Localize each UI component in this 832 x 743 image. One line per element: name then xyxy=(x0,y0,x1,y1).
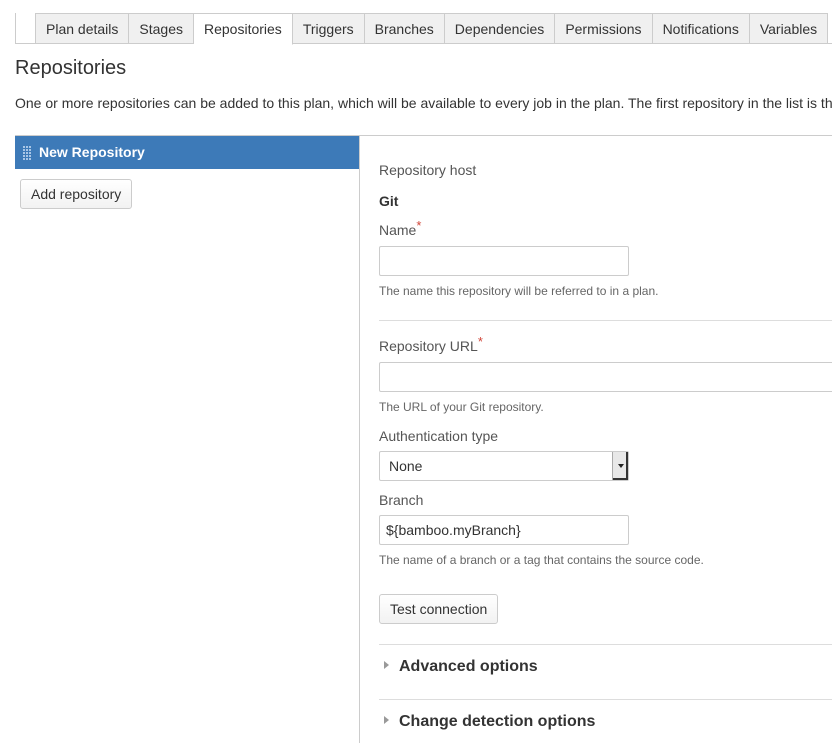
branch-help-text: The name of a branch or a tag that conta… xyxy=(379,553,704,567)
tab-stages[interactable]: Stages xyxy=(129,13,194,44)
repository-url-input[interactable] xyxy=(379,362,832,392)
tab-repositories[interactable]: Repositories xyxy=(193,13,293,45)
name-help-text: The name this repository will be referre… xyxy=(379,284,659,298)
chevron-down-icon[interactable] xyxy=(612,452,628,480)
drag-handle-icon[interactable] xyxy=(23,146,31,160)
repository-url-label-text: Repository URL xyxy=(379,338,478,354)
branch-input[interactable] xyxy=(379,515,629,545)
name-input[interactable] xyxy=(379,246,629,276)
tab-variables[interactable]: Variables xyxy=(749,13,829,44)
name-label: Name* xyxy=(379,218,421,238)
repository-host-label: Repository host xyxy=(379,162,477,178)
change-detection-options-label: Change detection options xyxy=(399,713,596,730)
page-title: Repositories xyxy=(15,57,127,79)
name-label-text: Name xyxy=(379,222,417,238)
authentication-type-value: None xyxy=(389,458,423,474)
required-marker: * xyxy=(416,218,422,233)
repository-list-item[interactable]: New Repository xyxy=(15,136,359,169)
tab-notifications[interactable]: Notifications xyxy=(652,13,750,44)
repository-list-panel: New Repository Add repository xyxy=(15,136,360,743)
branch-label: Branch xyxy=(379,492,424,508)
tab-bar: Plan details Stages Repositories Trigger… xyxy=(0,0,832,45)
tab-list: Plan details Stages Repositories Trigger… xyxy=(35,13,829,45)
page-description: One or more repositories can be added to… xyxy=(15,95,832,111)
tab-triggers[interactable]: Triggers xyxy=(292,13,365,44)
repository-url-label: Repository URL* xyxy=(379,334,483,354)
form-section-divider xyxy=(379,320,832,321)
repository-host-value: Git xyxy=(379,193,399,209)
tab-branches[interactable]: Branches xyxy=(364,13,445,44)
chevron-right-icon xyxy=(384,716,389,724)
form-section-divider xyxy=(379,699,832,700)
test-connection-button[interactable]: Test connection xyxy=(379,594,499,624)
required-marker: * xyxy=(477,334,483,349)
change-detection-options-toggle[interactable]: Change detection options xyxy=(379,713,595,731)
authentication-type-select[interactable]: None xyxy=(379,451,629,481)
tab-dependencies[interactable]: Dependencies xyxy=(444,13,556,44)
repository-form: Repository host Git Name* The name this … xyxy=(379,136,832,743)
chevron-right-icon xyxy=(384,661,389,669)
advanced-options-toggle[interactable]: Advanced options xyxy=(379,658,538,676)
repository-url-help-text: The URL of your Git repository. xyxy=(379,400,544,414)
repository-list-item-label: New Repository xyxy=(39,144,145,160)
authentication-type-label: Authentication type xyxy=(379,428,499,444)
tab-bar-edge xyxy=(15,13,16,44)
tab-permissions[interactable]: Permissions xyxy=(555,13,653,44)
tab-plan-details[interactable]: Plan details xyxy=(35,13,130,44)
form-section-divider xyxy=(379,644,832,645)
advanced-options-label: Advanced options xyxy=(399,658,538,675)
add-repository-button[interactable]: Add repository xyxy=(20,179,133,209)
